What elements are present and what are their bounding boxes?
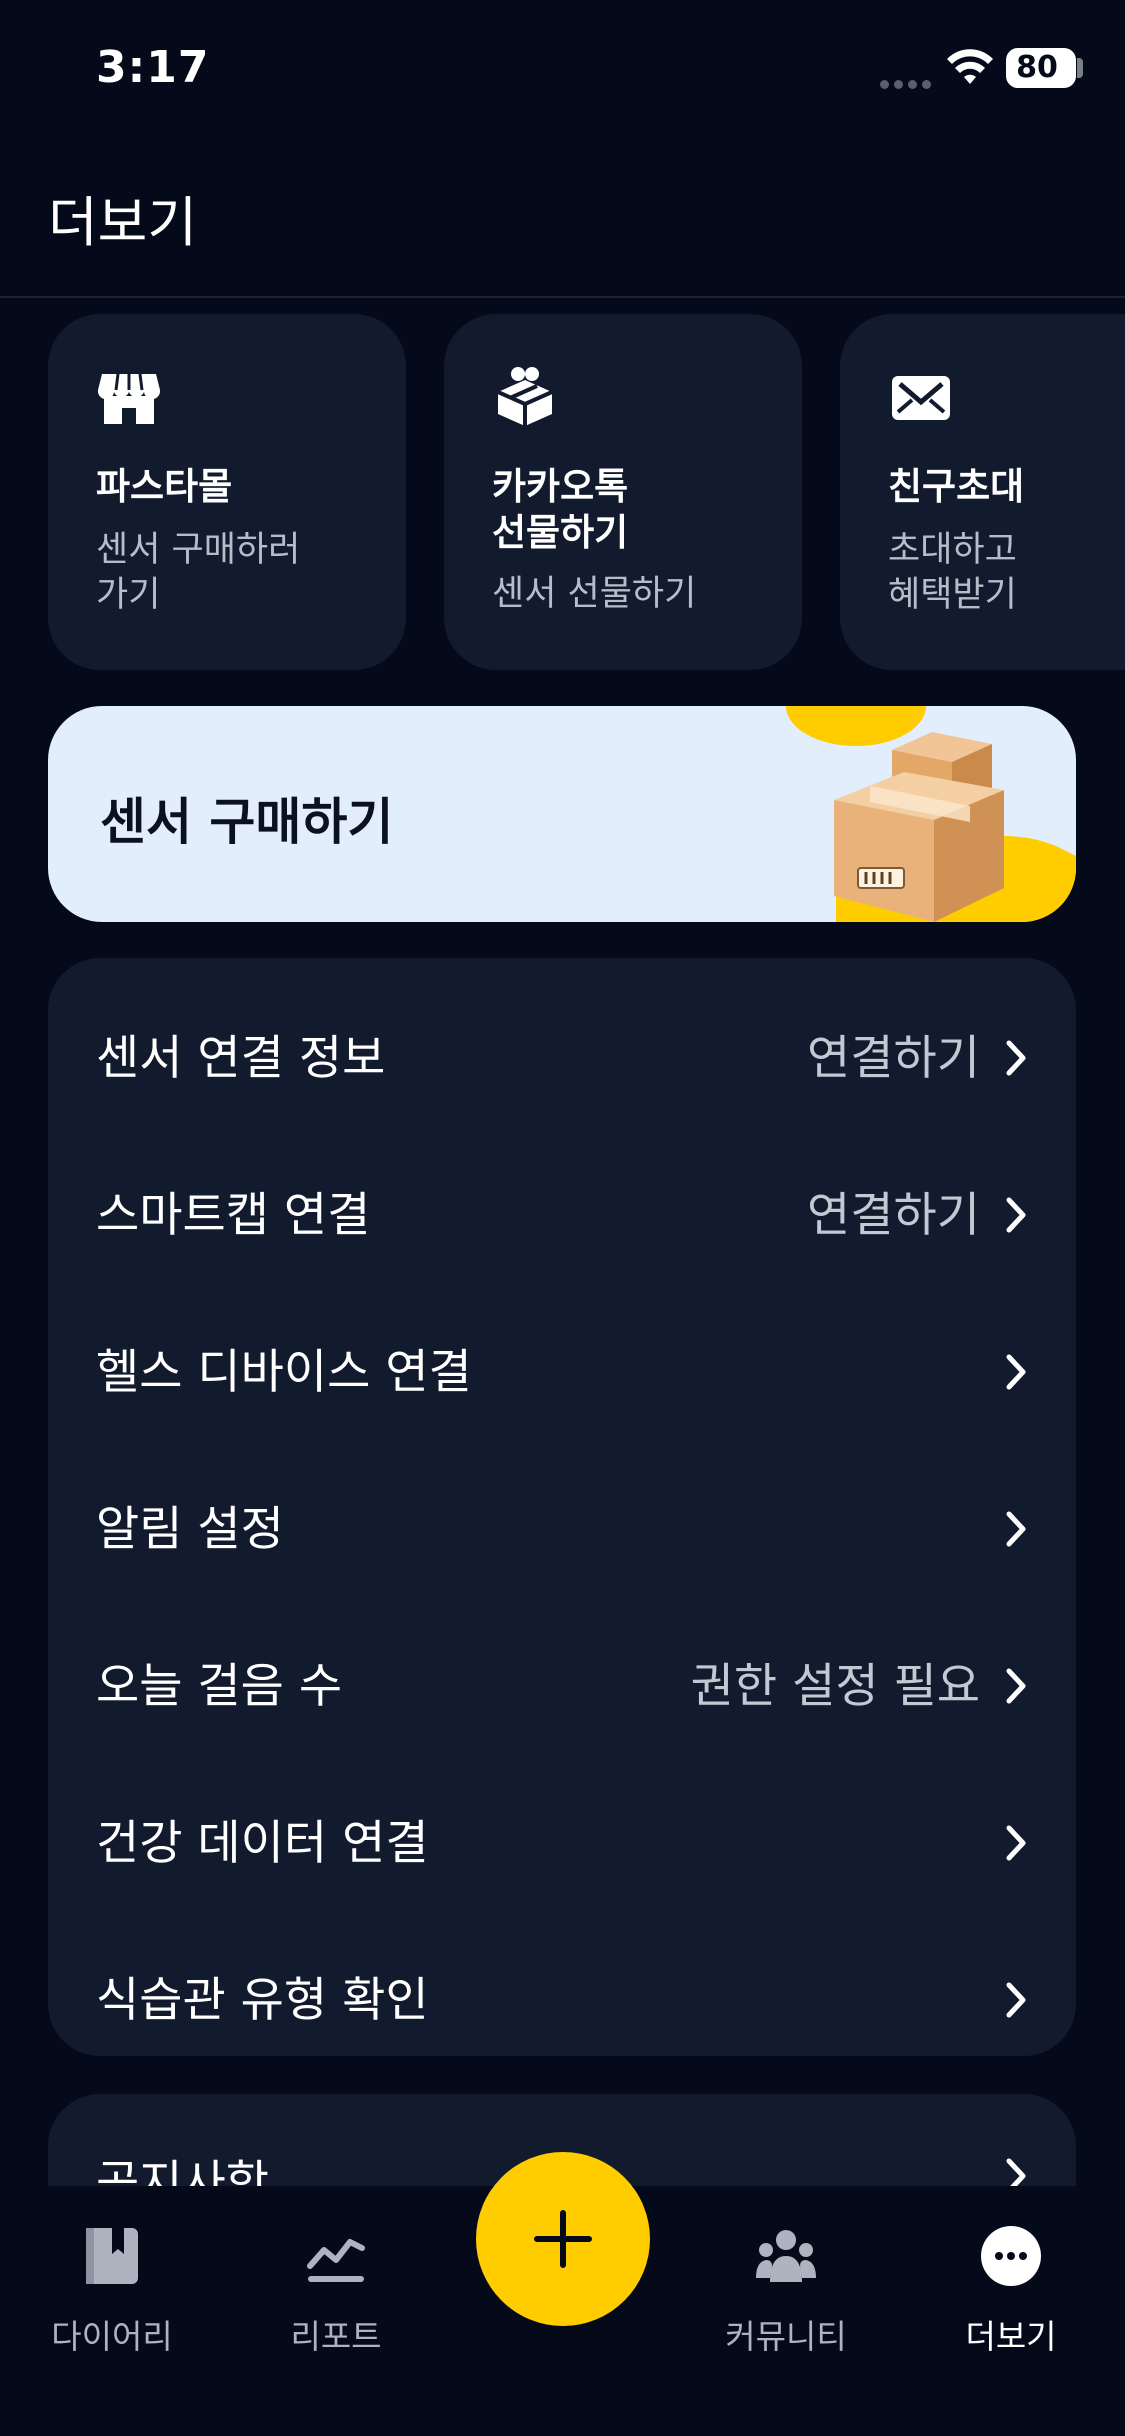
settings-item-label: 건강 데이터 연결 <box>96 1816 429 1871</box>
gift-box-icon <box>497 367 553 426</box>
community-icon <box>756 2230 816 2282</box>
battery-level: 80 <box>1016 50 1058 85</box>
shortcut-subtitle: 센서 선물하기 <box>492 574 697 614</box>
shortcut-title: 친구초대 <box>888 465 1025 508</box>
shortcut-title: 카카오톡 선물하기 <box>492 465 629 554</box>
settings-item-health-data[interactable]: 건강 데이터 연결 <box>48 1765 1076 1922</box>
settings-item-label: 식습관 유형 확인 <box>96 1973 429 2028</box>
buy-sensor-banner[interactable]: 센서 구매하기 <box>48 706 1076 922</box>
chevron-right-icon <box>1006 1825 1026 1861</box>
settings-item-eating-habits[interactable]: 식습관 유형 확인 <box>48 1922 1076 2079</box>
tab-community[interactable]: 커뮤니티 <box>696 2206 876 2356</box>
page-title: 더보기 <box>48 191 198 254</box>
tab-report[interactable]: 리포트 <box>246 2206 426 2356</box>
settings-item-value: 연결하기 <box>807 1031 980 1086</box>
store-icon <box>97 373 161 424</box>
chevron-right-icon <box>1006 1354 1026 1390</box>
shortcut-title: 파스타몰 <box>96 465 233 508</box>
add-button[interactable] <box>476 2152 650 2326</box>
banner-title: 센서 구매하기 <box>100 793 394 851</box>
shortcut-card-invite-friends[interactable]: 친구초대 초대하고 혜택받기 <box>840 314 1125 670</box>
shortcut-subtitle: 센서 구매하러 가기 <box>96 530 301 615</box>
cellular-signal-icon <box>880 74 936 89</box>
shortcut-carousel[interactable]: 파스타몰 센서 구매하러 가기 카카오톡 선물하기 센서 선물하기 친구초대 초… <box>0 314 1125 670</box>
chart-line-icon <box>307 2239 365 2282</box>
settings-item-label: 오늘 걸음 수 <box>96 1659 343 1714</box>
status-bar: 3:17 80 <box>0 0 1125 140</box>
battery-cap <box>1077 58 1083 78</box>
wifi-icon <box>947 49 993 84</box>
tab-label: 커뮤니티 <box>725 2317 847 2356</box>
tab-label: 더보기 <box>965 2317 1057 2356</box>
chevron-right-icon <box>1006 1511 1026 1547</box>
settings-item-sensor-connection[interactable]: 센서 연결 정보 연결하기 <box>48 980 1076 1137</box>
settings-item-label: 알림 설정 <box>96 1502 284 1557</box>
header-divider <box>0 296 1125 298</box>
chevron-right-icon <box>1006 1197 1026 1233</box>
chevron-right-icon <box>1006 1040 1026 1076</box>
settings-item-value: 연결하기 <box>807 1188 980 1243</box>
shortcut-card-kakao-gift[interactable]: 카카오톡 선물하기 센서 선물하기 <box>444 314 802 670</box>
tab-label: 리포트 <box>290 2317 382 2356</box>
settings-item-smartcap[interactable]: 스마트캡 연결 연결하기 <box>48 1137 1076 1294</box>
more-dots-icon <box>981 2226 1041 2286</box>
envelope-icon <box>892 376 950 420</box>
settings-item-label: 헬스 디바이스 연결 <box>96 1345 472 1400</box>
chevron-right-icon <box>1006 1982 1026 2018</box>
cardboard-boxes-illustration <box>786 706 1076 922</box>
diary-icon <box>86 2228 138 2284</box>
settings-item-label: 센서 연결 정보 <box>96 1031 386 1086</box>
tab-diary[interactable]: 다이어리 <box>22 2206 202 2356</box>
shortcut-card-pasta-mall[interactable]: 파스타몰 센서 구매하러 가기 <box>48 314 406 670</box>
settings-list: 센서 연결 정보 연결하기 스마트캡 연결 연결하기 헬스 디바이스 연결 알림… <box>48 958 1076 2056</box>
settings-item-health-device[interactable]: 헬스 디바이스 연결 <box>48 1294 1076 1451</box>
settings-item-notifications[interactable]: 알림 설정 <box>48 1451 1076 1608</box>
tab-more[interactable]: 더보기 <box>921 2206 1101 2356</box>
chevron-right-icon <box>1006 1668 1026 1704</box>
settings-item-label: 스마트캡 연결 <box>96 1188 371 1243</box>
shortcut-subtitle: 초대하고 혜택받기 <box>888 530 1017 615</box>
tab-label: 다이어리 <box>51 2317 173 2356</box>
status-time: 3:17 <box>96 42 210 93</box>
plus-icon <box>534 2210 592 2268</box>
battery-icon: 80 <box>1006 48 1076 88</box>
settings-item-value: 권한 설정 필요 <box>690 1659 980 1714</box>
settings-item-step-count[interactable]: 오늘 걸음 수 권한 설정 필요 <box>48 1608 1076 1765</box>
